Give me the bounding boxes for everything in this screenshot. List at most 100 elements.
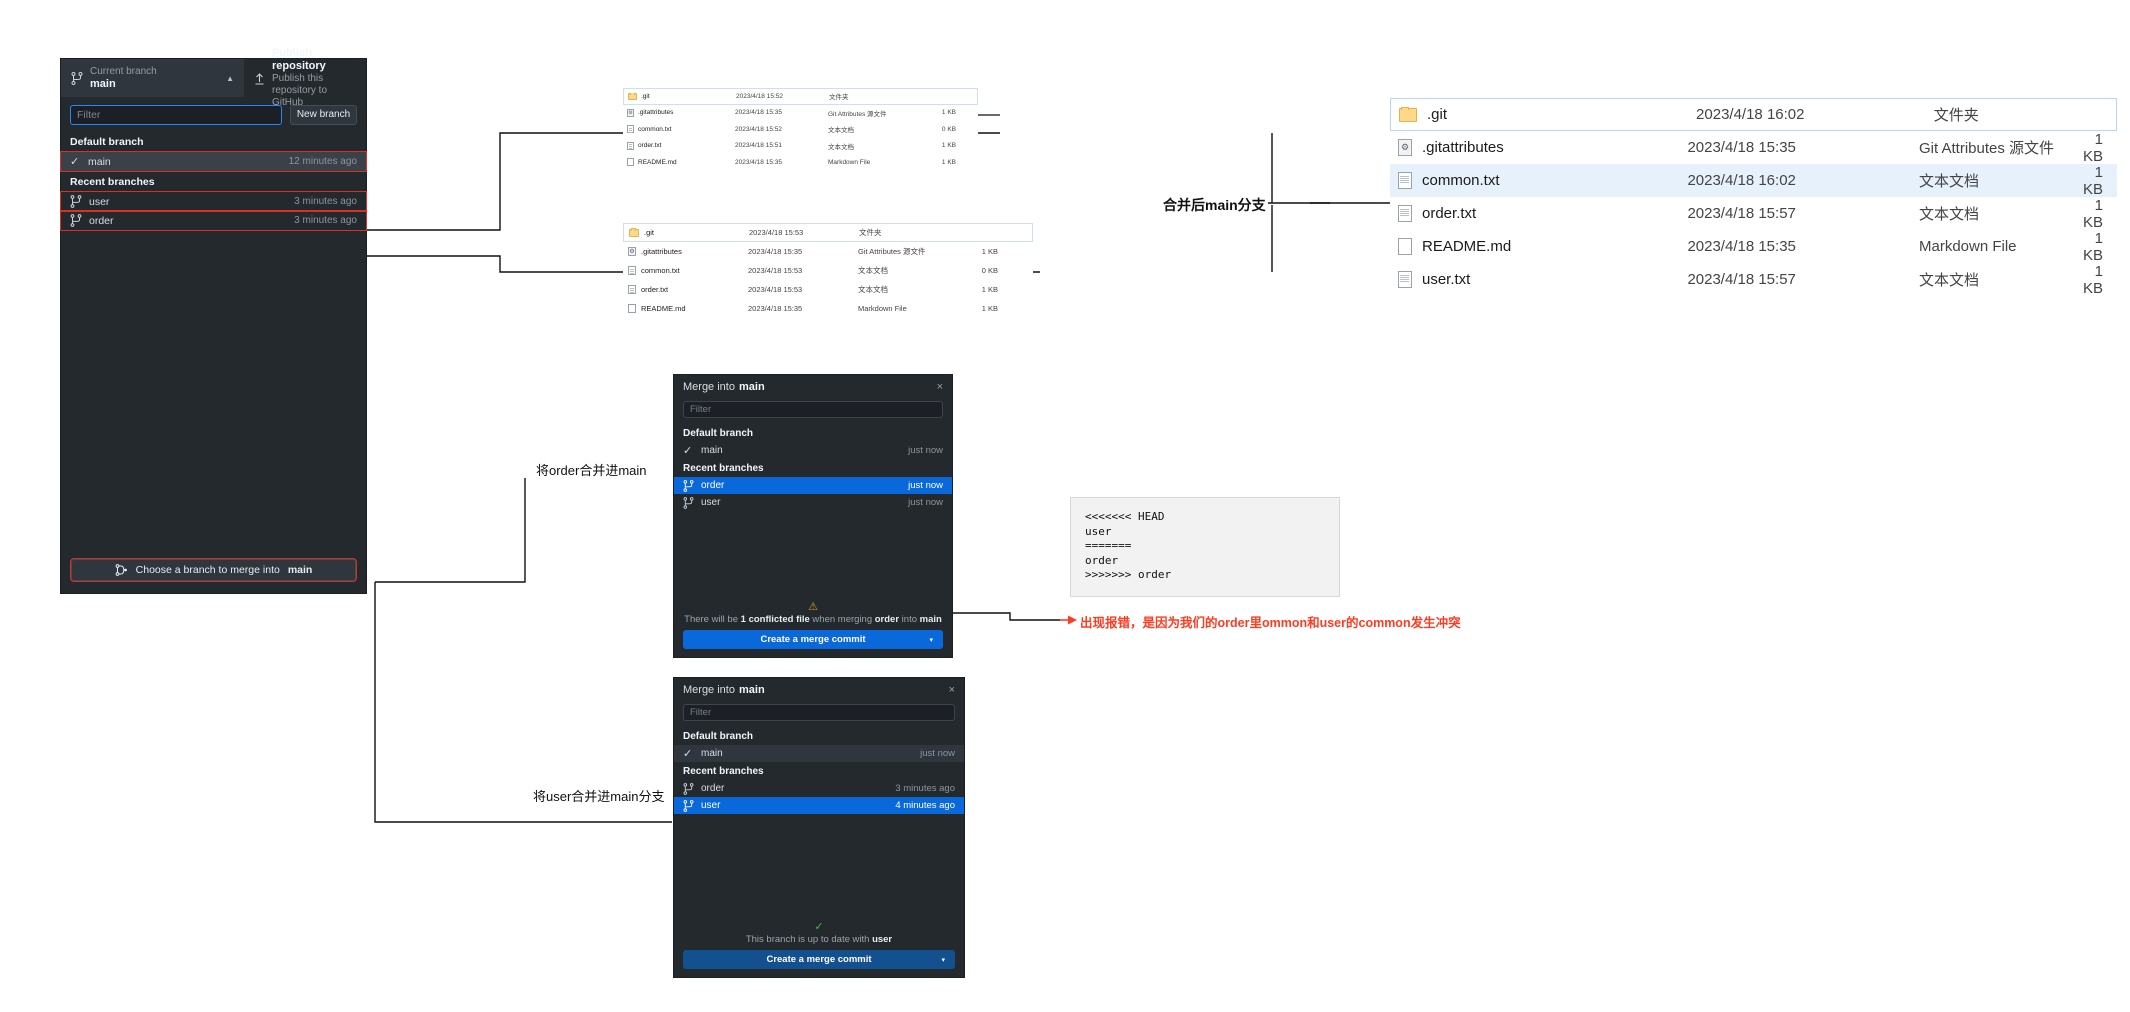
- default-branch-header: Default branch: [70, 136, 144, 148]
- status-text-1: This branch is up to date with: [745, 934, 873, 945]
- warning-icon: ⚠: [808, 601, 818, 613]
- default-branch-header: Default branch: [683, 731, 754, 742]
- text-file-icon: [1398, 172, 1412, 189]
- branch-row-order[interactable]: order 3 minutes ago: [60, 210, 367, 231]
- branch-filter-input[interactable]: Filter: [683, 704, 955, 721]
- create-merge-commit-button[interactable]: Create a merge commit ▾: [683, 630, 943, 649]
- file-size: 1 KB: [2083, 130, 2104, 165]
- conflict-code: <<<<<<< HEAD user ======= order >>>>>>> …: [1085, 510, 1172, 581]
- branch-row-order[interactable]: order just now: [674, 477, 952, 494]
- file-size: 1 KB: [941, 109, 956, 117]
- file-name: .gitattributes: [641, 247, 682, 256]
- table-row[interactable]: common.txt 2023/4/18 15:52 文本文档 0 KB: [623, 121, 978, 138]
- file-name: common.txt: [638, 125, 672, 133]
- branch-row-user[interactable]: user 3 minutes ago: [60, 191, 367, 212]
- file-size: 1 KB: [941, 158, 956, 166]
- cta-label: Create a merge commit: [760, 634, 866, 645]
- file-type: Markdown File: [858, 304, 907, 313]
- branch-icon: [683, 479, 694, 492]
- merge-dialog-user[interactable]: Merge into main × Filter Default branch …: [673, 677, 965, 978]
- file-date: 2023/4/18 15:53: [749, 228, 804, 237]
- table-row[interactable]: order.txt 2023/4/18 15:51 文本文档 1 KB: [623, 138, 978, 155]
- chevron-down-icon[interactable]: ▾: [941, 956, 945, 964]
- file-date: 2023/4/18 15:35: [735, 158, 782, 166]
- dialog-header: Merge into main ×: [674, 375, 952, 399]
- annotation-conflict-explanation: 出现报错，是因为我们的order里ommon和user的common发生冲突: [1080, 616, 1461, 630]
- branch-name: user: [701, 497, 721, 508]
- table-row[interactable]: ⚙ .gitattributes 2023/4/18 15:35 Git Attr…: [623, 105, 978, 122]
- table-row[interactable]: order.txt 2023/4/18 15:53 文本文档 1 KB: [623, 280, 1033, 299]
- branch-time: 3 minutes ago: [294, 196, 357, 207]
- file-list-order-branch[interactable]: .git 2023/4/18 15:52 文件夹 ⚙ .gitattributes…: [623, 88, 978, 171]
- table-row[interactable]: README.md 2023/4/18 15:35 Markdown File …: [1390, 230, 2117, 264]
- table-row[interactable]: user.txt 2023/4/18 15:57 文本文档 1 KB: [1390, 263, 2117, 297]
- gear-file-icon: ⚙: [1398, 139, 1412, 156]
- create-merge-commit-button[interactable]: Create a merge commit ▾: [683, 950, 955, 969]
- table-row[interactable]: common.txt 2023/4/18 15:53 文本文档 0 KB: [623, 261, 1033, 280]
- status-text-2: when merging: [809, 614, 875, 625]
- chevron-up-icon: ▲: [226, 73, 234, 83]
- branch-icon: [71, 71, 83, 85]
- branch-row-main[interactable]: ✓ main 12 minutes ago: [60, 151, 367, 172]
- recent-branches-header: Recent branches: [683, 463, 764, 474]
- branch-dropdown-panel[interactable]: Current branch main ▲ Publish repository…: [60, 47, 367, 594]
- branch-icon: [683, 496, 694, 509]
- branch-time: just now: [908, 445, 943, 456]
- file-size: 1 KB: [2083, 196, 2104, 231]
- table-row[interactable]: order.txt 2023/4/18 15:57 文本文档 1 KB: [1390, 196, 2117, 231]
- close-icon[interactable]: ×: [949, 684, 955, 696]
- file-type: 文本文档: [828, 127, 854, 135]
- branch-row-main[interactable]: ✓ main just now: [674, 442, 952, 459]
- branch-name: user: [701, 800, 721, 811]
- check-icon: ✓: [683, 445, 693, 457]
- table-row[interactable]: README.md 2023/4/18 15:35 Markdown File …: [623, 299, 1033, 318]
- new-branch-button[interactable]: New branch: [290, 105, 357, 125]
- branch-icon: [683, 799, 694, 812]
- file-type: 文本文档: [828, 143, 854, 151]
- table-row[interactable]: ⚙ .gitattributes 2023/4/18 15:35 Git Attr…: [623, 242, 1033, 261]
- branch-row-order[interactable]: order 3 minutes ago: [674, 780, 964, 797]
- branch-row-main[interactable]: ✓ main just now: [674, 745, 964, 762]
- file-list-merged-main[interactable]: .git 2023/4/18 16:02 文件夹 ⚙ .gitattributes…: [1390, 98, 2117, 297]
- table-row[interactable]: common.txt 2023/4/18 16:02 文本文档 1 KB: [1390, 164, 2117, 198]
- dialog-footer: ⚠ There will be 1 conflicted file when m…: [674, 600, 952, 657]
- file-size: 1 KB: [981, 285, 998, 294]
- status-text-1: There will be: [684, 614, 741, 625]
- choose-branch-to-merge-button[interactable]: Choose a branch to merge into main: [70, 558, 357, 582]
- branch-row-user[interactable]: user 4 minutes ago: [674, 797, 964, 814]
- screenshot-root: Current branch main ▲ Publish repository…: [0, 0, 2130, 1012]
- current-branch-button[interactable]: Current branch main ▲: [61, 59, 244, 97]
- table-row[interactable]: .git 2023/4/18 15:52 文件夹: [623, 88, 978, 105]
- branch-row-user[interactable]: user just now: [674, 494, 952, 511]
- branch-name: main: [701, 445, 723, 456]
- status-strong-1: user: [872, 934, 893, 945]
- merge-dialog-order[interactable]: Merge into main × Filter Default branch …: [673, 374, 953, 658]
- branch-time: just now: [908, 480, 943, 491]
- current-branch-label: Current branch: [90, 65, 157, 77]
- chevron-down-icon[interactable]: ▾: [929, 636, 933, 644]
- text-file-icon: [1398, 271, 1412, 288]
- file-name: .gitattributes: [638, 109, 674, 117]
- publish-repository-button[interactable]: Publish repository Publish this reposito…: [244, 47, 366, 108]
- file-name: order.txt: [638, 142, 662, 150]
- branch-time: just now: [908, 497, 943, 508]
- branch-icon: [70, 214, 82, 227]
- default-branch-header: Default branch: [683, 428, 754, 439]
- file-type: 文件夹: [829, 94, 849, 102]
- file-list-user-branch[interactable]: .git 2023/4/18 15:53 文件夹 ⚙ .gitattributes…: [623, 223, 1033, 318]
- dialog-title-prefix: Merge into: [683, 684, 735, 696]
- file-size: 0 KB: [941, 125, 956, 133]
- folder-icon: [629, 228, 639, 237]
- table-row[interactable]: .git 2023/4/18 16:02 文件夹: [1390, 98, 2117, 131]
- upload-icon: [255, 72, 264, 85]
- table-row[interactable]: README.md 2023/4/18 15:35 Markdown File …: [623, 154, 978, 171]
- file-size: 1 KB: [941, 142, 956, 150]
- close-icon[interactable]: ×: [937, 381, 943, 393]
- branch-filter-input[interactable]: Filter: [683, 401, 943, 418]
- branch-filter-input[interactable]: Filter: [70, 105, 282, 125]
- table-row[interactable]: ⚙ .gitattributes 2023/4/18 15:35 Git Attr…: [1390, 130, 2117, 165]
- dialog-header: Merge into main ×: [674, 678, 964, 702]
- folder-icon: [1399, 106, 1417, 122]
- branch-name: main: [701, 748, 723, 759]
- table-row[interactable]: .git 2023/4/18 15:53 文件夹: [623, 223, 1033, 242]
